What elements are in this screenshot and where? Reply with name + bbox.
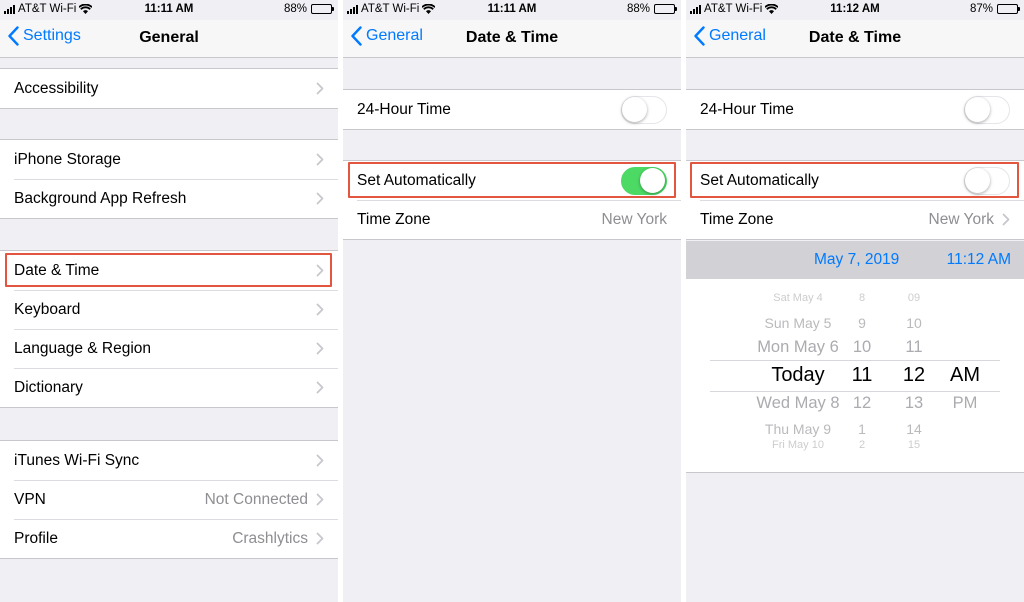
settings-row-label: Keyboard: [14, 300, 81, 318]
hour24-label: 24-Hour Time: [357, 100, 451, 118]
toggle-knob: [965, 167, 990, 193]
settings-group: iPhone Storage Background App Refresh: [0, 139, 338, 219]
chevron-right-icon: [316, 303, 324, 316]
set-automatically-label: Set Automatically: [700, 171, 819, 189]
chevron-right-icon: [316, 153, 324, 166]
picker-minutes-item[interactable]: 14: [859, 421, 969, 437]
page-title: Date & Time: [808, 29, 902, 46]
time-zone-value: New York: [928, 210, 994, 228]
battery-icon: [311, 4, 334, 14]
battery-icon: [997, 4, 1020, 14]
time-zone-value: New York: [601, 210, 667, 228]
page-title: Date & Time: [465, 29, 559, 46]
settings-row-label: Language & Region: [14, 339, 152, 357]
time-zone-row[interactable]: Time Zone New York: [343, 200, 681, 239]
settings-group: Accessibility: [0, 68, 338, 109]
date-time-picker[interactable]: Sat May 4 Sun May 5 Mon May 6 Today Wed May …: [686, 279, 1024, 473]
settings-row-itunes-wi-fi-sync[interactable]: iTunes Wi-Fi Sync: [0, 441, 338, 480]
settings-row-iphone-storage[interactable]: iPhone Storage: [0, 140, 338, 179]
page-title: General: [139, 29, 199, 46]
hour24-toggle[interactable]: [964, 95, 1010, 124]
selected-date: May 7, 2019: [814, 251, 900, 268]
hour24-row: 24-Hour Time: [343, 90, 681, 129]
general-screen: AT&T Wi-Fi 11:11 AM 88% Settings General…: [0, 0, 338, 602]
chevron-right-icon: [316, 381, 324, 394]
chevron-right-icon: [316, 264, 324, 277]
settings-row-value: Not Connected: [204, 490, 308, 508]
navigation-bar: General Date & Time: [343, 20, 681, 58]
picker-minutes-item[interactable]: 11: [859, 338, 969, 357]
status-bar: AT&T Wi-Fi 11:11 AM 88%: [343, 0, 681, 20]
hour24-group: 24-Hour Time: [686, 89, 1024, 130]
toggle-knob: [640, 167, 665, 193]
settings-row-keyboard[interactable]: Keyboard: [0, 290, 338, 329]
date-time-screen-auto: AT&T Wi-Fi 11:11 AM 88% General Date & T…: [343, 0, 681, 602]
picker-minutes-item[interactable]: 15: [859, 439, 969, 451]
settings-row-label: Profile: [14, 529, 58, 547]
status-bar: AT&T Wi-Fi 11:12 AM 87%: [686, 0, 1024, 20]
battery-percent: 88%: [626, 3, 650, 15]
settings-row-label: iTunes Wi-Fi Sync: [14, 451, 140, 469]
picker-divider: [710, 391, 1000, 392]
hour24-row: 24-Hour Time: [686, 90, 1024, 129]
settings-row-profile[interactable]: Profile Crashlytics: [0, 519, 338, 558]
settings-group: iTunes Wi-Fi Sync VPN Not Connected Profile…: [0, 440, 338, 559]
toggle-knob: [965, 96, 990, 122]
date-time-screen-manual: AT&T Wi-Fi 11:12 AM 87% General Date & T…: [686, 0, 1024, 602]
battery-percent: 88%: [283, 3, 307, 15]
picker-ampm-item[interactable]: AM: [935, 364, 995, 387]
settings-group: Date & Time Keyboard Language & Region Dict…: [0, 250, 338, 408]
selected-time: 11:12 AM: [946, 251, 1011, 268]
settings-row-background-app-refresh[interactable]: Background App Refresh: [0, 179, 338, 218]
hour24-label: 24-Hour Time: [700, 100, 794, 118]
battery-icon: [654, 4, 677, 14]
chevron-right-icon: [316, 342, 324, 355]
time-zone-label: Time Zone: [357, 210, 431, 228]
settings-row-label: Dictionary: [14, 378, 83, 396]
chevron-right-icon: [316, 532, 324, 545]
picker-minutes-item[interactable]: 09: [859, 292, 969, 304]
set-automatically-toggle[interactable]: [964, 166, 1010, 195]
navigation-bar: Settings General: [0, 20, 338, 58]
hour24-toggle[interactable]: [621, 95, 667, 124]
settings-row-dictionary[interactable]: Dictionary: [0, 368, 338, 407]
settings-row-label: Background App Refresh: [14, 189, 187, 207]
settings-row-accessibility[interactable]: Accessibility: [0, 69, 338, 108]
time-zone-row[interactable]: Time Zone New York: [686, 200, 1024, 239]
set-automatically-toggle[interactable]: [621, 166, 667, 195]
set-automatically-label: Set Automatically: [357, 171, 476, 189]
time-zone-label: Time Zone: [700, 210, 774, 228]
settings-row-value: Crashlytics: [232, 529, 308, 547]
settings-row-label: iPhone Storage: [14, 150, 121, 168]
picker-minutes-item[interactable]: 10: [859, 315, 969, 331]
settings-row-date-time[interactable]: Date & Time: [0, 251, 338, 290]
settings-row-vpn[interactable]: VPN Not Connected: [0, 480, 338, 519]
picker-divider: [710, 360, 1000, 361]
set-automatically-row: Set Automatically: [343, 161, 681, 200]
toggle-knob: [622, 96, 647, 122]
chevron-right-icon: [1002, 213, 1010, 226]
settings-row-label: Accessibility: [14, 79, 99, 97]
chevron-right-icon: [316, 454, 324, 467]
settings-row-label: VPN: [14, 490, 46, 508]
picker-ampm-item[interactable]: PM: [935, 394, 995, 413]
selected-date-row[interactable]: May 7, 2019 11:12 AM: [686, 241, 1024, 279]
chevron-right-icon: [316, 82, 324, 95]
chevron-right-icon: [316, 493, 324, 506]
auto-group: Set Automatically Time Zone New York: [343, 160, 681, 240]
hour24-group: 24-Hour Time: [343, 89, 681, 130]
battery-percent: 87%: [969, 3, 993, 15]
chevron-right-icon: [316, 192, 324, 205]
status-bar: AT&T Wi-Fi 11:11 AM 88%: [0, 0, 338, 20]
settings-row-language-region[interactable]: Language & Region: [0, 329, 338, 368]
auto-group: Set Automatically Time Zone New York: [686, 160, 1024, 240]
settings-row-label: Date & Time: [14, 261, 100, 279]
set-automatically-row: Set Automatically: [686, 161, 1024, 200]
navigation-bar: General Date & Time: [686, 20, 1024, 58]
